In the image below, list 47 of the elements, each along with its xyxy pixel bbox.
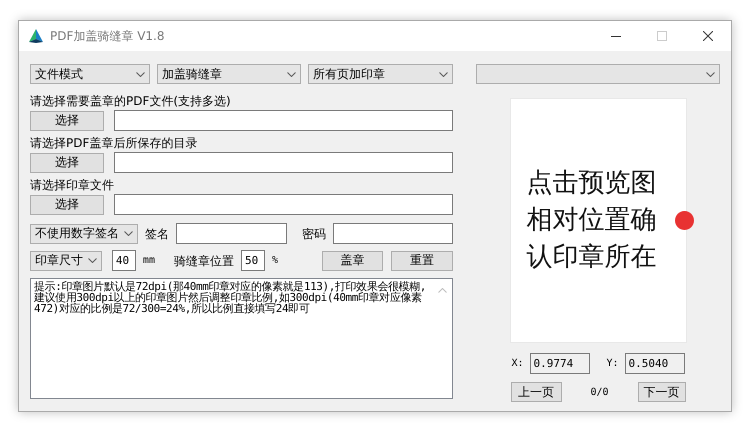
size-dropdown[interactable]: 印章尺寸 [30, 250, 102, 270]
hint-text: 提示:印章图片默认是72dpi(那40mm印章对应的像素就是113),打印效果会很模糊,建议使用300dpi以上的印章图片然后调整印章比例,如300dpi(40mm印章对应像素472)对应的比例是72/300=24%,所以比例直接填写24即可 [34, 280, 426, 315]
field-label: 请选择PDF盖章后所保存的目录 [30, 135, 198, 151]
path-field[interactable] [114, 194, 453, 215]
size-field[interactable]: 40 [112, 250, 136, 271]
caret-icon [124, 231, 134, 236]
next-page-button[interactable]: 下一页 [638, 382, 686, 402]
dropdown[interactable]: 文件模式 [30, 64, 150, 84]
signature-dropdown[interactable]: 不使用数字签名 [30, 224, 138, 244]
hint-text-area[interactable]: 提示:印章图片默认是72dpi(那40mm印章对应的像素就是113),打印效果会很模糊,建议使用300dpi以上的印章图片然后调整印章比例,如300dpi(40mm印章对应像素472)对应的比例是72/300=24%,所以比例直接填写24即可 [30, 278, 453, 399]
preview-text: 相对位置确 [526, 204, 656, 237]
choose-button[interactable]: 选择 [30, 152, 104, 172]
position-label: 骑缝章位置 [174, 252, 234, 268]
position-field[interactable]: 50 [240, 250, 265, 271]
percent-label: % [272, 255, 278, 266]
dropdown[interactable]: 所有页加印章 [308, 64, 453, 84]
unit-label: mm [142, 255, 155, 266]
caret-icon [136, 72, 145, 76]
preview-page[interactable]: 点击预览图 相对位置确 认印章所在 [510, 98, 686, 343]
field-label: 请选择印章文件 [30, 177, 114, 193]
x-field[interactable]: 0.9774 [530, 353, 590, 374]
caret-icon [706, 72, 715, 76]
previous-page-button[interactable]: 上一页 [510, 382, 562, 402]
close-icon[interactable] [703, 31, 713, 41]
x-label: X: [511, 358, 524, 369]
choose-button[interactable]: 选择 [30, 110, 104, 130]
signature-field[interactable] [176, 223, 288, 244]
caret-icon [439, 72, 448, 76]
y-label: Y: [606, 358, 619, 369]
password-field[interactable] [333, 223, 453, 244]
caret-icon [88, 258, 97, 263]
caret-icon [287, 72, 296, 76]
preview-text: 认印章所在 [526, 241, 656, 274]
preview-text: 点击预览图 [526, 167, 656, 200]
reset-button[interactable]: 重置 [391, 250, 453, 270]
path-field[interactable] [114, 152, 453, 173]
path-field[interactable] [114, 110, 453, 131]
page-counter: 0/0 [589, 386, 610, 398]
dropdown[interactable]: 加盖骑缝章 [157, 64, 301, 84]
window-title: PDF加盖骑缝章 V1.8 [50, 28, 166, 44]
field-label: 请选择需要盖章的PDF文件(支持多选) [30, 93, 231, 109]
signature-label: 签名 [145, 226, 170, 242]
y-field[interactable]: 0.5040 [624, 353, 685, 374]
choose-button[interactable]: 选择 [30, 194, 104, 214]
stamp-button[interactable]: 盖章 [322, 250, 384, 270]
password-label: 密码 [302, 226, 326, 242]
app-logo-icon [28, 28, 44, 44]
